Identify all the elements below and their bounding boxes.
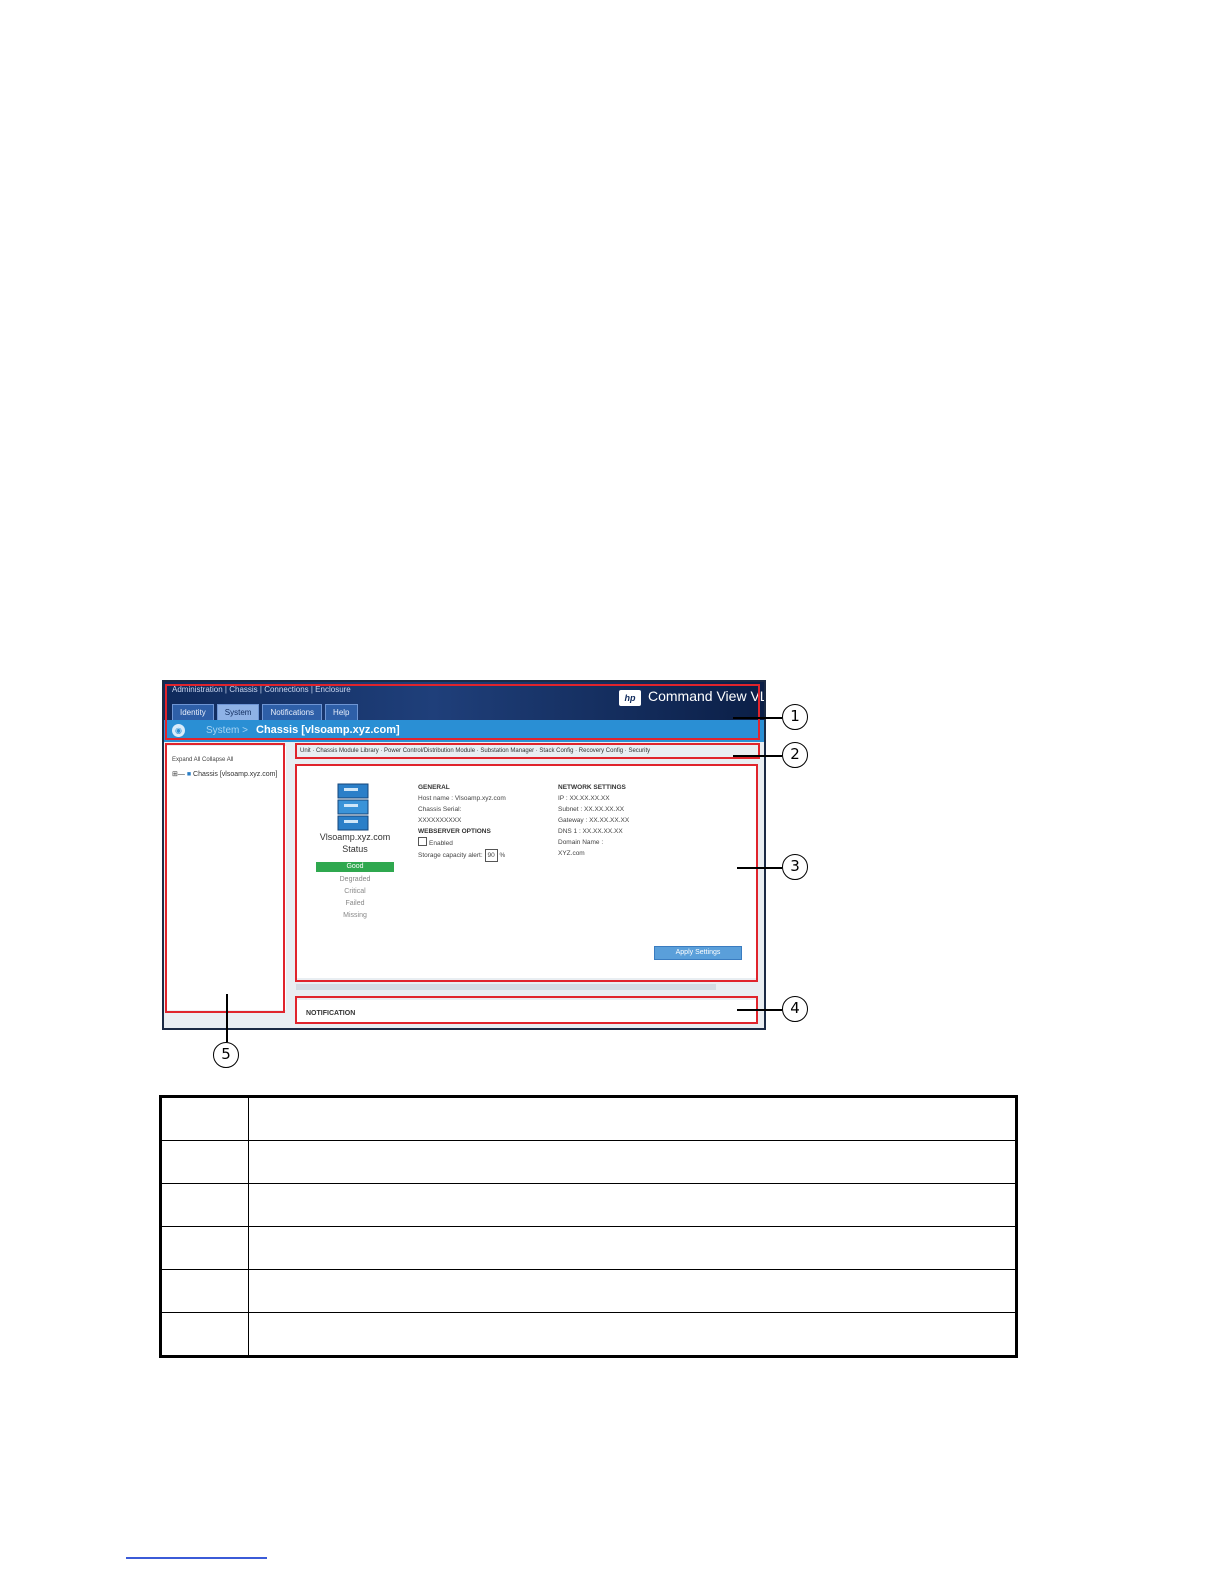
region-4-box xyxy=(295,996,758,1024)
callout-5-line xyxy=(226,994,228,1042)
row-number xyxy=(160,1096,249,1141)
region-2-box xyxy=(295,743,760,759)
callout-2: 2 xyxy=(782,742,808,768)
row-description xyxy=(248,1140,1017,1184)
callout-1-line xyxy=(733,717,782,719)
callout-5: 5 xyxy=(213,1042,239,1068)
callout-4-line xyxy=(737,1009,782,1011)
region-5-box xyxy=(165,743,285,1013)
table-row xyxy=(160,1183,1017,1227)
callout-2-line xyxy=(733,755,782,757)
row-description xyxy=(248,1312,1017,1357)
region-1-box xyxy=(165,684,760,740)
table-row xyxy=(160,1140,1017,1184)
horizontal-scrollbar[interactable] xyxy=(296,984,716,990)
legend-table xyxy=(159,1095,1018,1358)
row-number xyxy=(160,1183,249,1227)
region-3-box xyxy=(295,764,758,982)
callout-1: 1 xyxy=(782,704,808,730)
row-description xyxy=(248,1226,1017,1270)
row-description xyxy=(248,1183,1017,1227)
row-number xyxy=(160,1312,249,1357)
row-description xyxy=(248,1096,1017,1141)
row-number xyxy=(160,1140,249,1184)
row-description xyxy=(248,1269,1017,1313)
table-row xyxy=(160,1096,1017,1141)
callout-3: 3 xyxy=(782,854,808,880)
row-number xyxy=(160,1226,249,1270)
table-row xyxy=(160,1226,1017,1270)
table-row xyxy=(160,1312,1017,1357)
table-row xyxy=(160,1269,1017,1313)
callout-4: 4 xyxy=(782,996,808,1022)
callout-3-line xyxy=(737,867,782,869)
row-number xyxy=(160,1269,249,1313)
footer-link-underline[interactable] xyxy=(126,1557,267,1559)
